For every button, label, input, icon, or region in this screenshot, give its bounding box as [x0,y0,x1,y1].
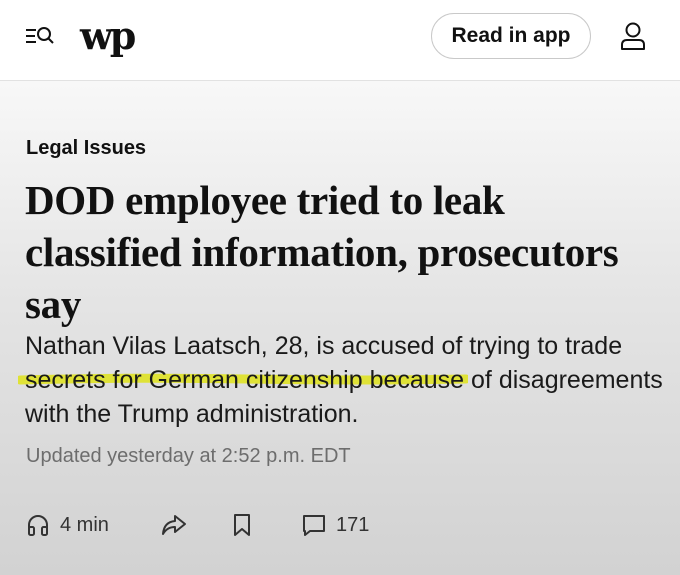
wp-logo[interactable]: wp [80,12,136,62]
menu-search-icon[interactable] [24,23,56,51]
share-icon [161,513,187,537]
listen-button[interactable]: 4 min [26,511,109,539]
article-summary: Nathan Vilas Laatsch, 28, is accused of … [25,332,663,428]
section-kicker[interactable]: Legal Issues [26,137,146,160]
top-navigation-bar: wp Read in app [0,0,680,81]
updated-timestamp: Updated yesterday at 2:52 p.m. EDT [26,445,351,467]
bookmark-icon [232,513,252,537]
article-actions: 4 min 171 [0,511,680,547]
bookmark-button[interactable] [232,511,252,539]
comments-count: 171 [336,513,370,536]
read-in-app-button[interactable]: Read in app [431,13,591,59]
comment-icon [302,513,326,537]
share-button[interactable] [161,511,187,539]
account-icon[interactable] [619,21,647,51]
article-card: Legal Issues DOD employee tried to leak … [0,81,680,575]
listen-duration: 4 min [60,513,109,536]
headphones-icon [26,513,50,537]
article-headline[interactable]: DOD employee tried to leak classified in… [25,174,645,330]
comments-button[interactable]: 171 [302,511,369,539]
